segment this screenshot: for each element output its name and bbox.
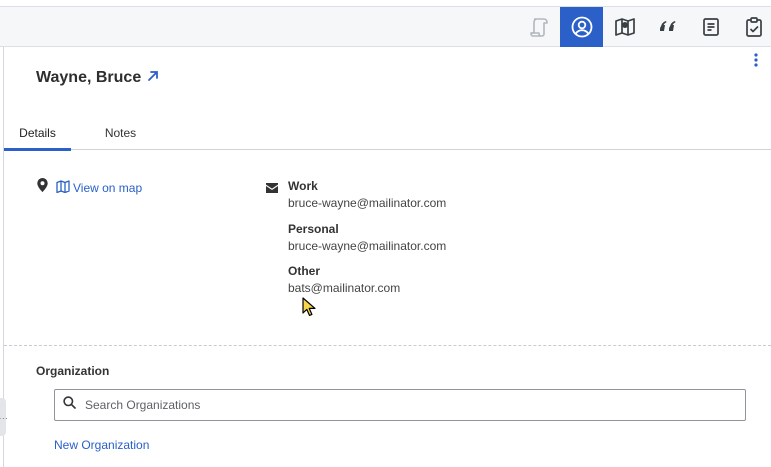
script-button[interactable]	[517, 7, 560, 47]
search-organizations-input[interactable]	[83, 392, 727, 418]
toolbar	[0, 6, 771, 47]
resize-handle[interactable]: ⋮	[0, 398, 9, 436]
tab-notes[interactable]: Notes	[88, 120, 153, 148]
email-label: Other	[288, 264, 321, 278]
quote-button[interactable]	[646, 7, 689, 47]
map-pin-icon	[37, 178, 48, 197]
map-button[interactable]	[603, 7, 646, 47]
email-value[interactable]: bruce-wayne@mailinator.com	[288, 239, 446, 253]
document-icon	[700, 16, 722, 38]
location-row: View on map	[37, 178, 142, 197]
map-outline-icon	[56, 179, 73, 196]
tab-bar: Details Notes	[4, 120, 771, 151]
email-label: Work	[288, 179, 318, 193]
open-contact-link[interactable]	[147, 69, 159, 87]
email-label: Personal	[288, 222, 339, 236]
contact-header: Wayne, Bruce	[36, 68, 159, 88]
user-circle-icon	[570, 15, 594, 39]
email-value[interactable]: bats@mailinator.com	[288, 281, 400, 295]
quote-icon	[657, 16, 679, 38]
organization-heading: Organization	[36, 364, 110, 378]
contact-name: Wayne, Bruce	[36, 69, 142, 86]
clipboard-button[interactable]	[732, 7, 771, 47]
clipboard-check-icon	[743, 16, 765, 38]
vertical-ellipsis-icon	[754, 52, 758, 72]
email-value[interactable]: bruce-wayne@mailinator.com	[288, 196, 446, 210]
tab-details[interactable]: Details	[4, 120, 71, 151]
view-on-map-link[interactable]: View on map	[56, 179, 143, 196]
email-personal: Personal bruce-wayne@mailinator.com	[288, 222, 446, 253]
section-divider	[4, 345, 771, 346]
contact-button[interactable]	[560, 7, 603, 47]
map-icon	[614, 16, 636, 38]
view-on-map-label: View on map	[73, 180, 143, 195]
new-organization-link[interactable]: New Organization	[54, 438, 149, 452]
external-link-arrow-icon	[147, 69, 159, 87]
mouse-cursor-icon	[302, 297, 316, 322]
document-button[interactable]	[689, 7, 732, 47]
email-other: Other bats@mailinator.com	[288, 264, 400, 295]
envelope-icon	[266, 180, 278, 198]
email-work: Work bruce-wayne@mailinator.com	[288, 179, 446, 210]
more-options-button[interactable]	[749, 52, 763, 72]
script-icon	[528, 16, 550, 38]
search-icon	[55, 396, 76, 414]
organization-search	[54, 389, 746, 421]
